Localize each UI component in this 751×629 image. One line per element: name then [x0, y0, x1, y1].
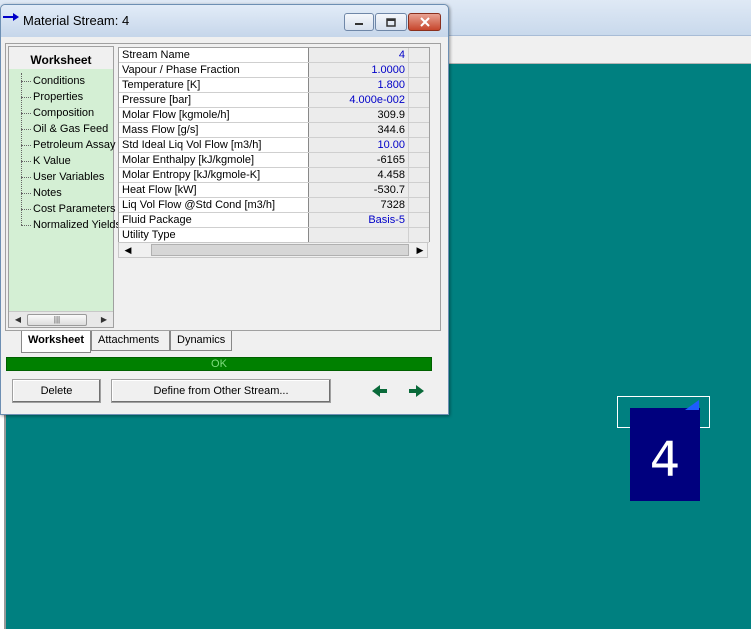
stream-icon[interactable]: 4 — [630, 408, 700, 501]
properties-grid: Stream Name 4 Vapour / Phase Fraction 1.00… — [118, 47, 430, 243]
row-pad — [409, 123, 429, 137]
row-label: Temperature [K] — [119, 78, 309, 92]
close-icon — [419, 17, 430, 27]
grid-horizontal-scrollbar[interactable]: ◀ ▶ — [118, 242, 428, 258]
table-row: Molar Flow [kgmole/h] 309.9 — [119, 108, 429, 123]
row-pad — [409, 153, 429, 167]
row-value[interactable]: 10.00 — [309, 138, 409, 152]
nav-item-conditions[interactable]: Conditions — [13, 73, 121, 89]
nav-horizontal-scrollbar[interactable]: ◀ ||| ▶ — [9, 311, 113, 327]
worksheet-navigation: Worksheet Conditions Properties Composit… — [8, 46, 121, 328]
stream-icon-label: 4 — [649, 431, 681, 488]
table-row: Pressure [bar] 4.000e-002 — [119, 93, 429, 108]
row-label: Molar Flow [kgmole/h] — [119, 108, 309, 122]
row-value[interactable]: 1.800 — [309, 78, 409, 92]
row-pad — [409, 78, 429, 92]
row-label: Mass Flow [g/s] — [119, 123, 309, 137]
tab-worksheet[interactable]: Worksheet — [21, 331, 91, 353]
row-pad — [409, 48, 429, 62]
next-stream-arrow-icon[interactable] — [407, 383, 425, 399]
minimize-icon — [355, 23, 363, 25]
nav-item-user-variables[interactable]: User Variables — [13, 169, 121, 185]
delete-button[interactable]: Delete — [12, 379, 101, 403]
nav-item-notes[interactable]: Notes — [13, 185, 121, 201]
row-label: Liq Vol Flow @Std Cond [m3/h] — [119, 198, 309, 212]
nav-item-petroleum-assay[interactable]: Petroleum Assay — [13, 137, 121, 153]
stream-arrow-icon — [3, 13, 19, 21]
minimize-button[interactable] — [344, 13, 374, 31]
table-row: Mass Flow [g/s] 344.6 — [119, 123, 429, 138]
nav-item-properties[interactable]: Properties — [13, 89, 121, 105]
row-label: Molar Entropy [kJ/kgmole-K] — [119, 168, 309, 182]
status-bar: OK — [6, 357, 432, 371]
row-label: Molar Enthalpy [kJ/kgmole] — [119, 153, 309, 167]
table-row: Temperature [K] 1.800 — [119, 78, 429, 93]
previous-stream-arrow-icon[interactable] — [371, 383, 389, 399]
navigation-title: Worksheet — [9, 47, 113, 69]
row-label: Vapour / Phase Fraction — [119, 63, 309, 77]
table-row: Vapour / Phase Fraction 1.0000 — [119, 63, 429, 78]
row-pad — [409, 168, 429, 182]
table-row: Molar Enthalpy [kJ/kgmole] -6165 — [119, 153, 429, 168]
table-row: Molar Entropy [kJ/kgmole-K] 4.458 — [119, 168, 429, 183]
tab-attachments[interactable]: Attachments — [91, 331, 170, 351]
row-value[interactable]: -6165 — [309, 153, 409, 167]
row-value[interactable]: -530.7 — [309, 183, 409, 197]
row-pad — [409, 93, 429, 107]
grid-scroll-thumb[interactable] — [151, 244, 409, 256]
tab-dynamics[interactable]: Dynamics — [170, 331, 232, 351]
table-row: Heat Flow [kW] -530.7 — [119, 183, 429, 198]
row-pad — [409, 213, 429, 227]
row-label: Fluid Package — [119, 213, 309, 227]
navigation-list: Conditions Properties Composition Oil & … — [13, 73, 121, 233]
grid-scroll-area: ◀ ▶ — [118, 240, 430, 258]
nav-item-oil-gas-feed[interactable]: Oil & Gas Feed — [13, 121, 121, 137]
scroll-right-icon[interactable]: ▶ — [413, 243, 427, 257]
dialog-body: Worksheet Conditions Properties Composit… — [5, 43, 441, 331]
row-value[interactable]: 344.6 — [309, 123, 409, 137]
nav-scroll-thumb[interactable]: ||| — [27, 314, 87, 326]
row-value[interactable]: 4.458 — [309, 168, 409, 182]
row-value[interactable]: 4 — [309, 48, 409, 62]
scroll-left-icon[interactable]: ◀ — [11, 312, 25, 328]
row-label: Heat Flow [kW] — [119, 183, 309, 197]
row-label: Pressure [bar] — [119, 93, 309, 107]
table-row: Fluid Package Basis-5 — [119, 213, 429, 228]
table-row: Std Ideal Liq Vol Flow [m3/h] 10.00 — [119, 138, 429, 153]
maximize-icon — [386, 17, 396, 27]
nav-item-composition[interactable]: Composition — [13, 105, 121, 121]
row-value[interactable]: 7328 — [309, 198, 409, 212]
row-value[interactable]: 309.9 — [309, 108, 409, 122]
scroll-left-icon[interactable]: ◀ — [121, 243, 135, 257]
table-row: Liq Vol Flow @Std Cond [m3/h] 7328 — [119, 198, 429, 213]
material-stream-dialog: Material Stream: 4 Worksheet Conditions … — [0, 4, 449, 415]
dialog-titlebar[interactable]: Material Stream: 4 — [1, 5, 448, 37]
row-pad — [409, 183, 429, 197]
row-label: Std Ideal Liq Vol Flow [m3/h] — [119, 138, 309, 152]
table-row: Stream Name 4 — [119, 48, 429, 63]
stream-corner-marker — [685, 400, 699, 410]
define-from-other-stream-button[interactable]: Define from Other Stream... — [111, 379, 331, 403]
row-value[interactable]: 4.000e-002 — [309, 93, 409, 107]
row-pad — [409, 198, 429, 212]
maximize-button[interactable] — [375, 13, 407, 31]
row-label: Stream Name — [119, 48, 309, 62]
nav-item-normalized-yields[interactable]: Normalized Yields — [13, 217, 121, 233]
row-pad — [409, 108, 429, 122]
fluid-package-select[interactable]: Basis-5 — [309, 213, 409, 227]
row-value[interactable]: 1.0000 — [309, 63, 409, 77]
close-button[interactable] — [408, 13, 441, 31]
row-pad — [409, 138, 429, 152]
row-pad — [409, 63, 429, 77]
nav-item-k-value[interactable]: K Value — [13, 153, 121, 169]
nav-item-cost-parameters[interactable]: Cost Parameters — [13, 201, 121, 217]
scroll-right-icon[interactable]: ▶ — [97, 312, 111, 328]
dialog-title: Material Stream: 4 — [23, 13, 130, 28]
